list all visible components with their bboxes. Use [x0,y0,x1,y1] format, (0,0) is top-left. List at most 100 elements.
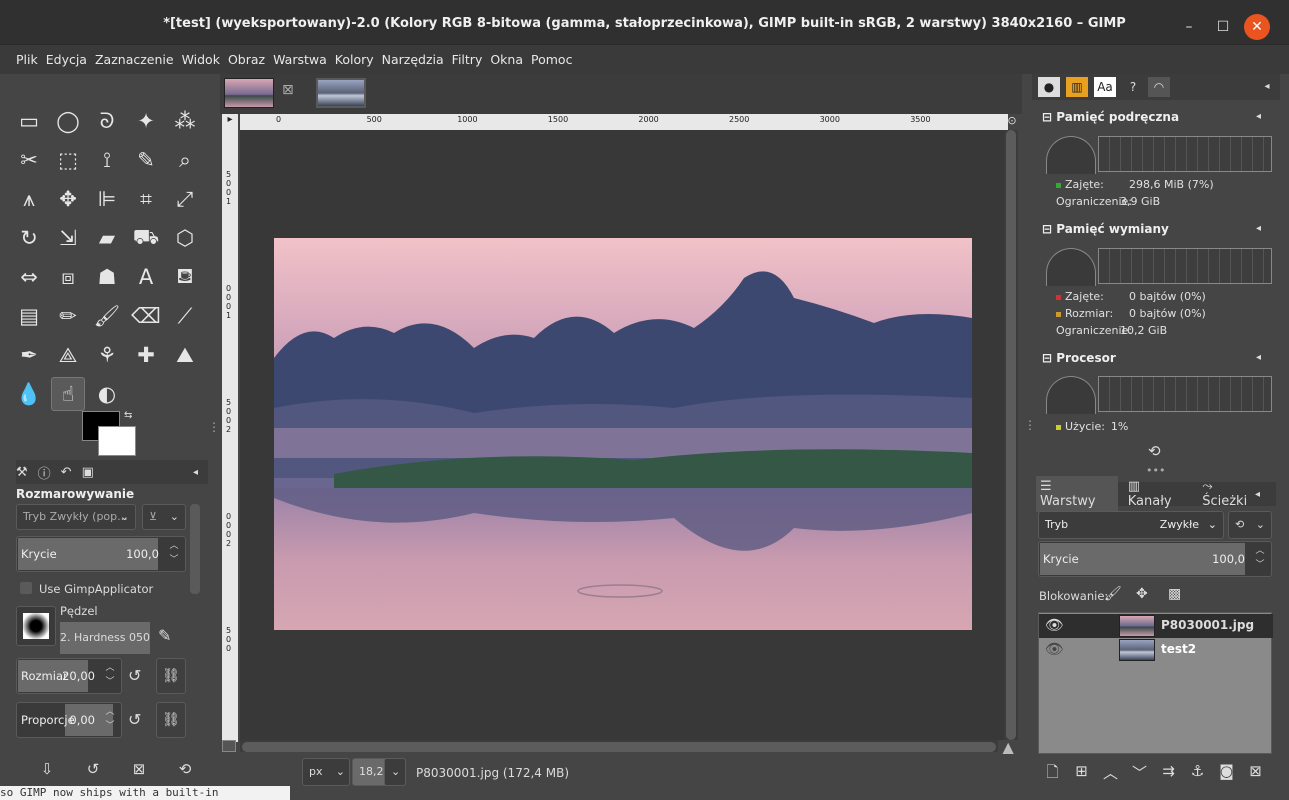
cpu-section[interactable]: ⊟ Procesor [1042,351,1116,365]
canvas-image[interactable] [274,238,972,630]
maximize-button[interactable]: ☐ [1210,14,1236,40]
visibility-eye-icon[interactable]: 👁 [1045,616,1064,634]
reset-dashboard-icon[interactable]: ⟲ [1148,442,1161,460]
size-spin[interactable]: Rozmiar 20,00 ︿ ﹀ [16,658,122,694]
tab-menu-icon[interactable]: ◂ [1255,489,1260,500]
spin-arrows-icon[interactable]: ︿ ﹀ [101,705,119,735]
delete-options-icon[interactable]: ⊠ [116,760,162,778]
by-color-select-icon[interactable]: ⁂ [168,104,202,138]
mode-effects-combo[interactable]: ⊻ ⌄ [142,504,186,530]
close-button[interactable]: ✕ [1244,14,1270,40]
horizontal-ruler[interactable]: 0 500 1000 1500 2000 2500 3000 3500 [240,114,1008,130]
measure-icon[interactable]: ⩚ [12,182,46,216]
menu-layer[interactable]: Warstwa [269,45,331,74]
mode-combo[interactable]: Tryb Zwykły (pop... ⌄ [16,504,136,530]
dodge-burn-icon[interactable]: ◐ [90,377,124,411]
lock-position-icon[interactable]: ✥ [1136,586,1148,602]
unified-transform-icon[interactable]: ⤢ [168,182,202,216]
warp-icon[interactable]: ⛟ [129,221,163,255]
bucket-fill-icon[interactable]: ⛾ [168,260,202,294]
quick-mask-corner-icon[interactable]: ▸ [222,114,238,130]
zoom-dropdown[interactable]: ⌄ [384,758,406,786]
mask-layer-icon[interactable]: ◙ [1212,762,1241,787]
ratio-spin[interactable]: Proporcje 0,00 ︿ ﹀ [16,702,122,738]
blur-icon[interactable]: 💧 [12,377,46,411]
edit-brush-icon[interactable]: ✎ [158,626,171,645]
device-status-icon[interactable]: ⓘ [38,463,51,482]
menu-colors[interactable]: Kolory [331,45,378,74]
rect-select-icon[interactable]: ▭ [12,104,46,138]
layer-mode-combo[interactable]: Tryb Zwykłe ⌄ [1038,511,1224,539]
scissors-select-icon[interactable]: ✂ [12,143,46,177]
reset-size-icon[interactable]: ↺ [128,666,141,685]
dashboard-icon[interactable]: ◠ [1148,77,1170,97]
text-icon[interactable]: A [129,260,163,294]
ink-icon[interactable]: ✒ [12,338,46,372]
reset-options-icon[interactable]: ⟲ [162,760,208,778]
delete-layer-icon[interactable]: ⊠ [1241,762,1270,787]
vertical-ruler[interactable]: 5001000150020002500 [222,130,238,742]
zoom-icon[interactable]: ⌕ [168,143,202,177]
spin-arrows-icon[interactable]: ︿ ﹀ [101,661,119,691]
restore-options-icon[interactable]: ↺ [70,760,116,778]
pane-resize-handle[interactable]: ••• [1146,464,1165,477]
quick-mask-toggle[interactable] [222,740,236,752]
perspective-icon[interactable]: ⬡ [168,221,202,255]
close-tab-icon[interactable]: ⊠ [282,82,294,98]
save-options-icon[interactable]: ⇩ [24,760,70,778]
visibility-eye-icon[interactable]: 👁 [1045,640,1064,658]
use-gimp-applicator-checkbox[interactable] [20,582,32,594]
swap-section[interactable]: ⊟ Pamięć wymiany [1042,222,1169,236]
help-icon[interactable]: ? [1122,77,1144,97]
horizontal-scrollbar[interactable] [240,740,998,752]
canvas-viewport[interactable] [240,130,1004,740]
menu-image[interactable]: Obraz [224,45,269,74]
spin-arrows-icon[interactable]: ︿ ﹀ [165,539,183,569]
horizontal-scroll-thumb[interactable] [242,742,996,752]
fuzzy-select-icon[interactable]: ✦ [129,104,163,138]
pencil-icon[interactable]: ✏ [51,299,85,333]
link-ratio-button[interactable]: ⛓ [156,702,186,738]
fonts-icon[interactable]: Aa [1094,77,1116,97]
flip-icon[interactable]: ⇔ [12,260,46,294]
opacity-spin[interactable]: Krycie 100,0 ︿ ﹀ [16,536,186,572]
scale-icon[interactable]: ⇲ [51,221,85,255]
minimize-button[interactable]: – [1176,14,1202,40]
menu-view[interactable]: Widok [178,45,224,74]
brushes-icon[interactable]: ● [1038,77,1060,97]
section-menu-icon[interactable]: ◂ [1256,111,1261,122]
lock-pixels-icon[interactable]: 🖌 [1104,586,1122,602]
patterns-icon[interactable]: ▥ [1066,77,1088,97]
color-picker-icon[interactable]: ✎ [129,143,163,177]
menu-tools[interactable]: Narzędzia [378,45,448,74]
spin-arrows-icon[interactable]: ︿ ﹀ [1251,544,1269,574]
menu-filters[interactable]: Filtry [448,45,487,74]
menu-windows[interactable]: Okna [486,45,527,74]
paintbrush-icon[interactable]: 🖌 [90,299,124,333]
dock-drag-handle[interactable]: ⋮ [208,420,220,434]
rotate-icon[interactable]: ↻ [12,221,46,255]
tool-options-icon[interactable]: ⚒ [16,465,28,480]
raise-layer-icon[interactable]: ︿ [1096,762,1125,787]
paths-icon[interactable]: ⟟ [90,143,124,177]
eraser-icon[interactable]: ⌫ [129,299,163,333]
swap-colors-icon[interactable]: ⇆ [124,410,132,421]
anchor-layer-icon[interactable]: ⚓ [1183,762,1212,787]
new-group-icon[interactable]: ⊞ [1067,762,1096,787]
tab-menu-icon[interactable]: ◂ [1256,77,1278,97]
perspective-clone-icon[interactable]: ⛰ [168,338,202,372]
cache-section[interactable]: ⊟ Pamięć podręczna [1042,110,1179,124]
brush-preview-button[interactable] [16,606,56,646]
menu-help[interactable]: Pomoc [527,45,576,74]
handle-transform-icon[interactable]: ☗ [90,260,124,294]
layer-opacity-spin[interactable]: Krycie 100,0 ︿ ﹀ [1038,541,1272,577]
background-color[interactable] [98,426,136,456]
link-size-button[interactable]: ⛓ [156,658,186,694]
layer-row[interactable]: 👁 test2 [1039,638,1273,662]
cage-icon[interactable]: ⧈ [51,260,85,294]
duplicate-layer-icon[interactable]: ⇉ [1154,762,1183,787]
ellipse-select-icon[interactable]: ◯ [51,104,85,138]
tab-menu-icon[interactable]: ◂ [193,467,198,478]
layer-composite-combo[interactable]: ⟲ ⌄ [1228,511,1272,539]
undo-history-icon[interactable]: ↶ [61,465,72,480]
